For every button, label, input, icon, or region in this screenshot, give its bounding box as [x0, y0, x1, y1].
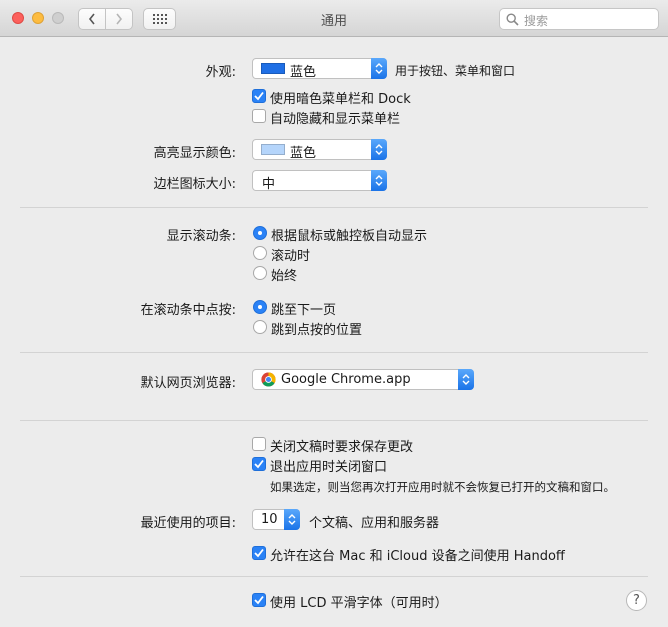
dark-menu-checkbox[interactable] — [252, 89, 266, 103]
popup-arrows-icon — [371, 170, 387, 191]
chrome-icon — [261, 372, 276, 391]
recent-items-popup[interactable]: 10 — [252, 509, 300, 530]
preferences-window: 通用 搜索 外观: 蓝色 用于按钮、菜单和窗口 使用暗色菜单栏和 Dock 自动… — [0, 0, 668, 627]
highlight-color-swatch — [261, 144, 285, 155]
search-field[interactable]: 搜索 — [499, 8, 659, 30]
scrollbars-auto-radio[interactable] — [253, 226, 267, 240]
jump-to-spot-label[interactable]: 跳到点按的位置 — [271, 319, 362, 338]
close-windows-label[interactable]: 退出应用时关闭窗口 — [270, 456, 387, 475]
checkmark-icon — [254, 548, 264, 558]
search-placeholder: 搜索 — [524, 14, 549, 28]
recent-items-suffix: 个文稿、应用和服务器 — [309, 516, 440, 531]
checkmark-icon — [254, 91, 264, 101]
handoff-checkbox[interactable] — [252, 546, 266, 560]
default-browser-value: Google Chrome.app — [281, 372, 411, 387]
default-browser-popup[interactable]: Google Chrome.app — [252, 369, 474, 390]
popup-arrows-icon — [371, 139, 387, 160]
search-icon — [506, 13, 519, 26]
separator — [20, 352, 648, 353]
scrollbars-always-radio[interactable] — [253, 266, 267, 280]
scrollbars-when-scrolling-radio[interactable] — [253, 246, 267, 260]
appearance-popup[interactable]: 蓝色 — [252, 58, 387, 80]
jump-next-page-label[interactable]: 跳至下一页 — [271, 299, 336, 318]
highlight-color-popup[interactable]: 蓝色 — [252, 139, 387, 161]
scrollbars-always-label[interactable]: 始终 — [271, 265, 297, 284]
separator — [20, 207, 648, 208]
appearance-label: 外观: — [205, 65, 236, 80]
popup-arrows-icon — [284, 509, 300, 530]
separator — [20, 420, 648, 421]
recent-items-value: 10 — [261, 512, 278, 527]
jump-next-page-radio[interactable] — [253, 300, 267, 314]
autohide-menu-checkbox[interactable] — [252, 109, 266, 123]
scrollbars-label: 显示滚动条: — [166, 229, 236, 244]
popup-arrows-icon — [371, 58, 387, 79]
title-bar: 通用 搜索 — [0, 0, 668, 37]
dark-menu-label[interactable]: 使用暗色菜单栏和 Dock — [270, 88, 411, 107]
popup-arrows-icon — [458, 369, 474, 390]
separator — [20, 576, 648, 577]
lcd-smoothing-label[interactable]: 使用 LCD 平滑字体（可用时） — [270, 592, 448, 611]
jump-to-spot-radio[interactable] — [253, 320, 267, 334]
autohide-menu-label[interactable]: 自动隐藏和显示菜单栏 — [270, 108, 400, 127]
highlight-label: 高亮显示颜色: — [153, 146, 236, 161]
sidebar-icon-size-label: 边栏图标大小: — [153, 177, 236, 192]
recent-items-label: 最近使用的项目: — [140, 516, 236, 531]
appearance-color-swatch — [261, 63, 285, 74]
highlight-value: 蓝色 — [290, 146, 317, 161]
lcd-smoothing-checkbox[interactable] — [252, 593, 266, 607]
click-scroll-label: 在滚动条中点按: — [140, 303, 236, 318]
ask-save-label[interactable]: 关闭文稿时要求保存更改 — [270, 436, 413, 455]
appearance-note: 用于按钮、菜单和窗口 — [395, 64, 516, 78]
ask-save-checkbox[interactable] — [252, 437, 266, 451]
checkmark-icon — [254, 459, 264, 469]
appearance-value: 蓝色 — [290, 65, 317, 80]
scrollbars-auto-label[interactable]: 根据鼠标或触控板自动显示 — [271, 225, 427, 244]
help-button[interactable]: ? — [626, 590, 647, 611]
scrollbars-when-scrolling-label[interactable]: 滚动时 — [271, 245, 310, 264]
sidebar-icon-size-value: 中 — [262, 177, 276, 192]
close-windows-note: 如果选定，则当您再次打开应用时就不会恢复已打开的文稿和窗口。 — [270, 480, 615, 494]
sidebar-icon-size-popup[interactable]: 中 — [252, 170, 387, 192]
close-windows-checkbox[interactable] — [252, 457, 266, 471]
handoff-label[interactable]: 允许在这台 Mac 和 iCloud 设备之间使用 Handoff — [270, 545, 565, 564]
checkmark-icon — [254, 595, 264, 605]
default-browser-label: 默认网页浏览器: — [140, 376, 236, 391]
